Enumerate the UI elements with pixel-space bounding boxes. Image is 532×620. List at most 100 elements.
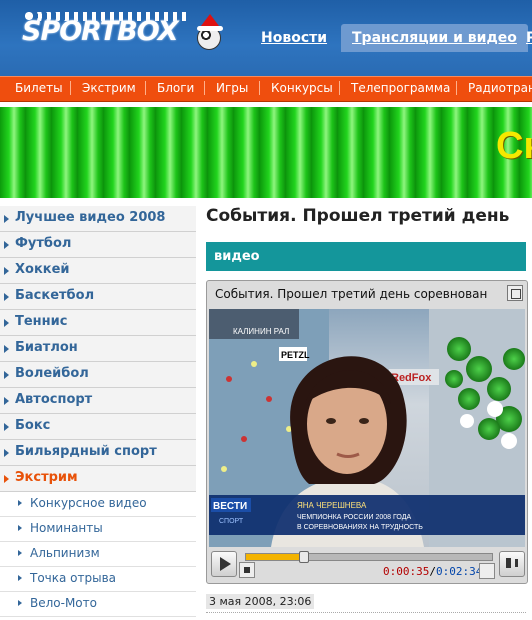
time-separator: / bbox=[429, 565, 436, 578]
arrow-right-icon bbox=[4, 423, 9, 431]
sidebar-item-label: Хоккей bbox=[15, 262, 70, 277]
logo-text: SPORTBOX bbox=[22, 16, 179, 47]
time-total: 0:02:34 bbox=[435, 565, 483, 578]
sidebar-item-best-video[interactable]: Лучшее видео 2008 bbox=[0, 206, 196, 232]
arrow-right-icon bbox=[4, 345, 9, 353]
nav-more-link[interactable]: Р bbox=[526, 30, 532, 46]
sidebar-subitem-label: Точка отрыва bbox=[30, 571, 117, 585]
menu-item-games[interactable]: Игры bbox=[216, 81, 248, 95]
volume-button[interactable] bbox=[499, 551, 525, 577]
sidebar-item-basketball[interactable]: Баскетбол bbox=[0, 284, 196, 310]
menu-separator bbox=[259, 81, 260, 95]
banner-text: Ск bbox=[496, 125, 532, 167]
article-title: События. Прошел третий день bbox=[206, 206, 510, 226]
sidebar: Лучшее видео 2008 Футбол Хоккей Баскетбо… bbox=[0, 206, 196, 617]
sportbox-logo[interactable]: SPORTBOX bbox=[22, 12, 223, 52]
sidebar-item-label: Бильярдный спорт bbox=[15, 444, 157, 459]
progress-thumb[interactable] bbox=[298, 551, 309, 563]
sidebar-item-tennis[interactable]: Теннис bbox=[0, 310, 196, 336]
sidebar-item-label: Баскетбол bbox=[15, 288, 95, 303]
arrow-right-icon bbox=[4, 319, 9, 327]
sidebar-item-billiards[interactable]: Бильярдный спорт bbox=[0, 440, 196, 466]
sidebar-item-label: Теннис bbox=[15, 314, 68, 329]
channel-sub: СПОРТ bbox=[219, 518, 244, 525]
sidebar-subitem-alpinism[interactable]: Альпинизм bbox=[0, 542, 196, 567]
progress-bar[interactable] bbox=[245, 551, 493, 563]
stop-button[interactable] bbox=[239, 562, 255, 578]
menu-item-tv-schedule[interactable]: Телепрограмма bbox=[351, 81, 450, 95]
section-header-label: видео bbox=[214, 249, 260, 264]
arrow-right-icon bbox=[4, 241, 9, 249]
arrow-right-icon bbox=[18, 525, 22, 531]
santa-hat-icon bbox=[197, 14, 223, 31]
sidebar-item-label: Футбол bbox=[15, 236, 72, 251]
arrow-right-icon bbox=[4, 293, 9, 301]
sidebar-subitem-contest-video[interactable]: Конкурсное видео bbox=[0, 492, 196, 517]
section-header: видео bbox=[206, 242, 526, 271]
arrow-right-icon bbox=[18, 575, 22, 581]
caption-line2: В СОРЕВНОВАНИЯХ НА ТРУДНОСТЬ bbox=[297, 524, 423, 531]
fullscreen-button[interactable] bbox=[507, 285, 523, 301]
sidebar-subitem-nominees[interactable]: Номинанты bbox=[0, 517, 196, 542]
sidebar-item-label: Биатлон bbox=[15, 340, 78, 355]
player-title: События. Прошел третий день соревнован bbox=[215, 287, 488, 301]
sidebar-item-biathlon[interactable]: Биатлон bbox=[0, 336, 196, 362]
menu-separator bbox=[204, 81, 205, 95]
menu-separator bbox=[70, 81, 71, 95]
sidebar-item-label: Бокс bbox=[15, 418, 51, 433]
sidebar-item-volleyball[interactable]: Волейбол bbox=[0, 362, 196, 388]
sponsor-petzl: PETZL bbox=[281, 350, 310, 360]
nav-video-link[interactable]: Трансляции и видео bbox=[341, 24, 528, 52]
menu-item-tickets[interactable]: Билеты bbox=[15, 81, 63, 95]
menu-item-radio[interactable]: Радиотран bbox=[468, 81, 532, 95]
channel-logo: ВЕСТИ bbox=[213, 501, 247, 512]
ad-banner[interactable]: Ск bbox=[0, 107, 532, 198]
divider bbox=[206, 612, 526, 613]
sidebar-subitem-label: Конкурсное видео bbox=[30, 496, 147, 510]
video-still: КАЛИНИН РАЛ PETZL RedFox ВЕСТИ СПОРТ ЯНА… bbox=[209, 309, 525, 547]
sidebar-item-hockey[interactable]: Хоккей bbox=[0, 258, 196, 284]
time-current: 0:00:35 bbox=[383, 565, 430, 578]
arrow-right-icon bbox=[4, 397, 9, 405]
sidebar-item-extreme[interactable]: Экстрим bbox=[0, 466, 196, 492]
sidebar-subitem-label: Вело-Мото bbox=[30, 596, 97, 610]
caption-name: ЯНА ЧЕРЕШНЕВА bbox=[297, 501, 367, 510]
menu-separator bbox=[339, 81, 340, 95]
progress-fill bbox=[246, 554, 303, 560]
menu-item-blogs[interactable]: Блоги bbox=[157, 81, 194, 95]
sidebar-item-label: Автоспорт bbox=[15, 392, 93, 407]
article-date: 3 мая 2008, 23:06 bbox=[206, 594, 315, 609]
sidebar-item-label: Лучшее видео 2008 bbox=[15, 210, 166, 225]
arrow-right-icon bbox=[4, 215, 9, 223]
caption-line1: ЧЕМПИОНКА РОССИИ 2008 ГОДА bbox=[297, 514, 411, 521]
sidebar-item-motorsport[interactable]: Автоспорт bbox=[0, 388, 196, 414]
sidebar-subitem-breakaway-point[interactable]: Точка отрыва bbox=[0, 567, 196, 592]
sidebar-subitem-label: Номинанты bbox=[30, 521, 103, 535]
player-controls: 0:00:35/0:02:34 bbox=[209, 549, 525, 581]
video-player: События. Прошел третий день соревнован К… bbox=[206, 280, 528, 584]
wall-sign-text: КАЛИНИН РАЛ bbox=[233, 327, 289, 336]
play-button[interactable] bbox=[211, 551, 237, 577]
resize-button[interactable] bbox=[479, 563, 495, 579]
menu-item-extreme[interactable]: Экстрим bbox=[82, 81, 136, 95]
menu-separator bbox=[456, 81, 457, 95]
arrow-right-icon bbox=[4, 449, 9, 457]
menu-item-contests[interactable]: Конкурсы bbox=[271, 81, 333, 95]
sidebar-item-label: Волейбол bbox=[15, 366, 89, 381]
sidebar-item-football[interactable]: Футбол bbox=[0, 232, 196, 258]
nav-news-link[interactable]: Новости bbox=[261, 30, 327, 46]
arrow-right-icon bbox=[4, 267, 9, 275]
arrow-right-icon bbox=[18, 500, 22, 506]
arrow-right-icon bbox=[18, 600, 22, 606]
sidebar-subitem-label: Альпинизм bbox=[30, 546, 100, 560]
arrow-right-icon bbox=[4, 371, 9, 379]
section-menu: Билеты Экстрим Блоги Игры Конкурсы Телеп… bbox=[0, 76, 532, 102]
arrow-right-icon bbox=[18, 550, 22, 556]
arrow-right-icon bbox=[4, 475, 9, 483]
time-display: 0:00:35/0:02:34 bbox=[383, 565, 482, 578]
site-header: SPORTBOX Новости Трансляции и видео Р bbox=[0, 0, 532, 76]
video-frame[interactable]: КАЛИНИН РАЛ PETZL RedFox ВЕСТИ СПОРТ ЯНА… bbox=[209, 309, 525, 547]
sidebar-subitem-velo-moto[interactable]: Вело-Мото bbox=[0, 592, 196, 617]
sidebar-item-label: Экстрим bbox=[15, 470, 78, 485]
sidebar-item-boxing[interactable]: Бокс bbox=[0, 414, 196, 440]
